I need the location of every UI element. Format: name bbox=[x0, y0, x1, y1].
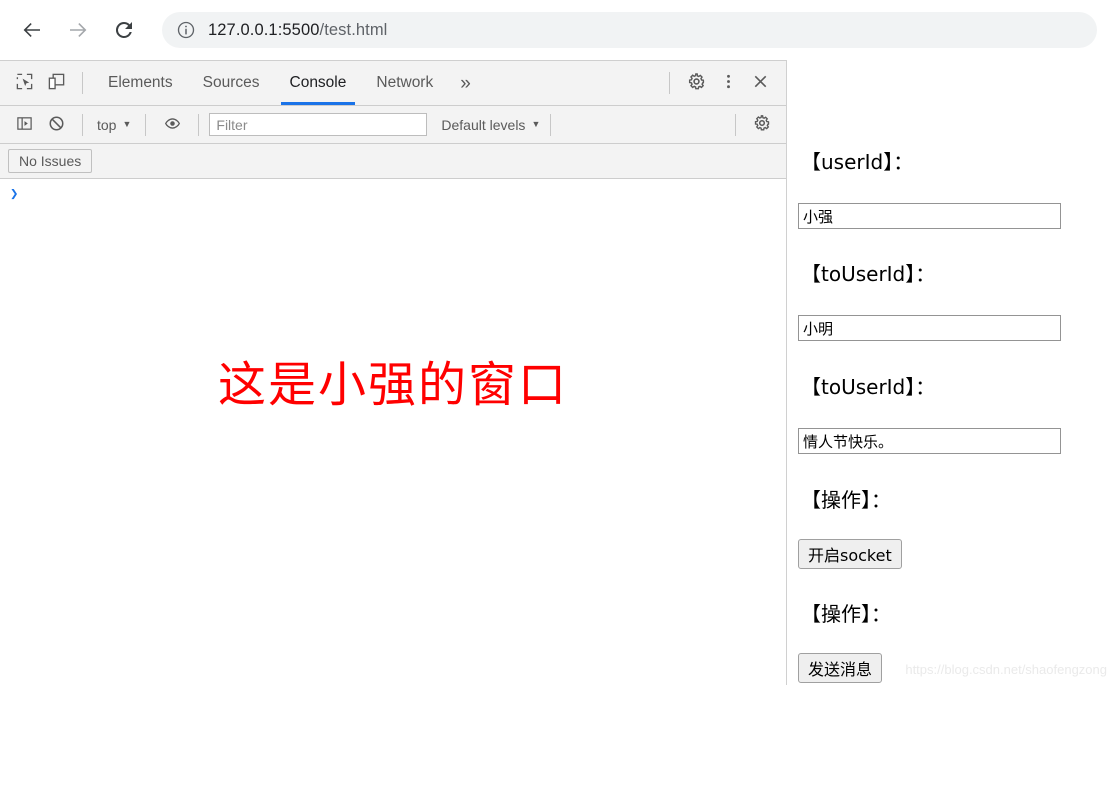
input-message[interactable] bbox=[798, 428, 1061, 454]
label-action-2: 【操作】： bbox=[801, 602, 891, 626]
chevron-down-icon: ▼ bbox=[122, 119, 132, 129]
arrow-right-icon bbox=[66, 18, 90, 42]
console-context-selector[interactable]: top ▼ bbox=[93, 117, 135, 133]
console-sidebar-icon bbox=[16, 115, 33, 135]
send-message-button[interactable]: 发送消息 bbox=[798, 653, 883, 683]
browser-toolbar: 127.0.0.1:5500/test.html bbox=[0, 0, 1113, 60]
address-bar-url: 127.0.0.1:5500/test.html bbox=[208, 21, 387, 40]
page-content-right: 【userId】： 【toUserId】： 【toUserId】： 【操作】： … bbox=[787, 60, 1113, 685]
back-button[interactable] bbox=[12, 10, 52, 50]
url-host: 127.0.0.1:5500 bbox=[208, 20, 320, 39]
gear-icon bbox=[687, 72, 706, 94]
url-path: /test.html bbox=[319, 20, 388, 39]
console-issues-bar: No Issues bbox=[0, 144, 786, 179]
reload-icon bbox=[112, 18, 136, 42]
device-toolbar-icon bbox=[47, 72, 66, 94]
console-output-area[interactable]: ❯ bbox=[0, 179, 786, 803]
filterbar-divider-4 bbox=[550, 113, 552, 136]
devtools-toolbar-right bbox=[659, 68, 786, 98]
filterbar-divider-5 bbox=[735, 113, 736, 136]
console-sidebar-button[interactable] bbox=[8, 110, 40, 140]
filterbar-divider-2 bbox=[145, 113, 147, 136]
devtools-close-button[interactable] bbox=[744, 68, 776, 98]
console-levels-label: Default levels bbox=[441, 116, 526, 133]
inspect-element-button[interactable] bbox=[8, 68, 40, 98]
watermark-text: https://blog.csdn.net/shaofengzong bbox=[905, 662, 1107, 677]
tab-network[interactable]: Network bbox=[361, 61, 448, 105]
console-prompt-row[interactable]: ❯ bbox=[0, 185, 786, 209]
open-socket-button[interactable]: 开启socket bbox=[798, 539, 902, 569]
arrow-left-icon bbox=[20, 18, 44, 42]
filterbar-divider-1 bbox=[82, 113, 83, 136]
more-tabs-button[interactable]: » bbox=[448, 74, 483, 93]
label-action-1: 【操作】： bbox=[801, 488, 891, 512]
browser-window: 127.0.0.1:5500/test.html Elements Source… bbox=[0, 0, 1113, 803]
devtools-menu-button[interactable] bbox=[712, 68, 744, 98]
console-context-label: top bbox=[97, 116, 117, 133]
tab-console[interactable]: Console bbox=[275, 61, 362, 105]
label-userid: 【userId】： bbox=[801, 150, 914, 174]
label-message: 【toUserId】： bbox=[801, 375, 936, 399]
no-issues-button[interactable]: No Issues bbox=[8, 149, 93, 173]
close-icon bbox=[751, 72, 770, 94]
info-circle-icon[interactable] bbox=[176, 20, 196, 40]
devtools-settings-button[interactable] bbox=[680, 68, 712, 98]
console-levels-selector[interactable]: Default levels ▼ bbox=[441, 117, 540, 133]
toolbar-divider bbox=[82, 72, 83, 94]
gear-icon-console bbox=[753, 114, 771, 135]
input-touserid[interactable] bbox=[798, 315, 1061, 341]
console-settings-button[interactable] bbox=[746, 110, 778, 140]
tab-sources[interactable]: Sources bbox=[188, 61, 275, 105]
toolbar-divider-right bbox=[669, 72, 670, 94]
input-userid[interactable] bbox=[798, 203, 1061, 229]
console-prompt-arrow-icon: ❯ bbox=[10, 187, 19, 203]
reload-button[interactable] bbox=[104, 10, 144, 50]
forward-button[interactable] bbox=[58, 10, 98, 50]
live-expression-eye-icon bbox=[164, 115, 181, 135]
devtools-main-toolbar: Elements Sources Console Network » bbox=[0, 61, 786, 106]
live-expression-button[interactable] bbox=[156, 110, 188, 140]
label-touserid: 【toUserId】： bbox=[801, 262, 936, 286]
clear-console-button[interactable] bbox=[40, 110, 72, 140]
address-bar[interactable]: 127.0.0.1:5500/test.html bbox=[162, 12, 1097, 48]
device-toolbar-button[interactable] bbox=[40, 68, 72, 98]
three-dots-vertical-icon bbox=[719, 72, 738, 94]
console-filter-toolbar: top ▼ Default levels ▼ bbox=[0, 106, 786, 144]
tab-elements[interactable]: Elements bbox=[93, 61, 188, 105]
chevron-down-icon-levels: ▼ bbox=[531, 119, 541, 129]
inspect-element-icon bbox=[15, 72, 34, 94]
console-filter-input[interactable] bbox=[209, 113, 428, 136]
filterbar-divider-3 bbox=[198, 113, 200, 136]
clear-console-icon bbox=[48, 115, 65, 135]
devtools-panel: Elements Sources Console Network » top ▼… bbox=[0, 60, 786, 803]
